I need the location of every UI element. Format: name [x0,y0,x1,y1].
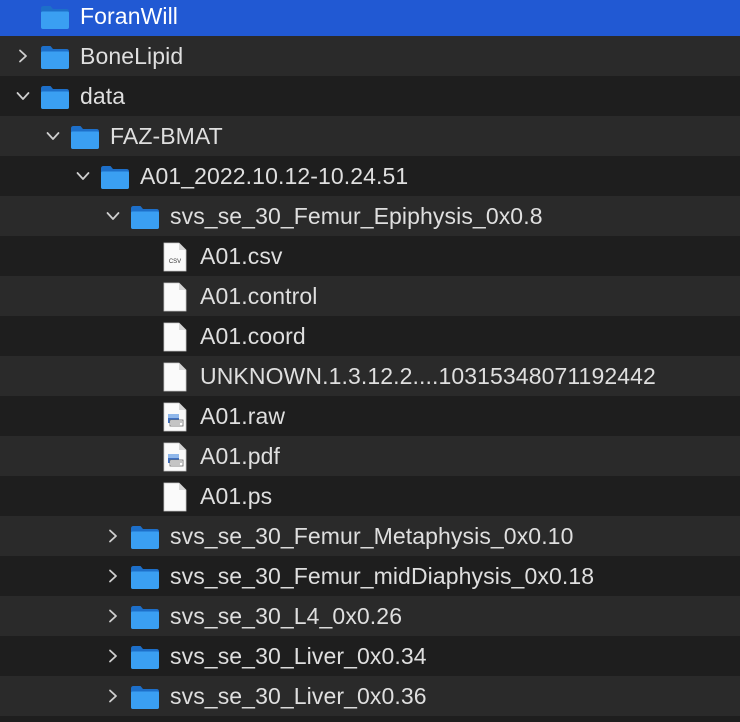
folder-icon [40,4,70,30]
file-name: A01.raw [200,403,286,429]
file-name: A01.control [200,283,318,309]
folder-name: svs_se_30_Liver_0x0.34 [170,643,427,669]
folder-row[interactable]: A01_2022.10.12-10.24.51 [0,156,740,196]
folder-name: data [80,83,126,109]
file-row[interactable]: A01.pdf [0,436,740,476]
chevron-down-icon[interactable] [16,89,30,103]
folder-row[interactable]: data [0,76,740,116]
folder-name: svs_se_30_Liver_0x0.36 [170,683,427,709]
folder-row[interactable]: svs_se_30_Femur_midDiaphysis_0x0.18 [0,556,740,596]
file-row[interactable]: A01.control [0,276,740,316]
file-row[interactable]: A01.ps [0,476,740,516]
file-icon [160,282,190,312]
file-row[interactable]: A01.coord [0,316,740,356]
folder-icon [70,124,100,150]
file-row[interactable]: A01.raw [0,396,740,436]
file-name: UNKNOWN.1.3.12.2....10315348071192442 [200,363,656,389]
folder-row[interactable]: BoneLipid [0,36,740,76]
chevron-right-icon[interactable] [106,649,120,663]
preview-document-icon [160,442,190,472]
folder-icon [40,44,70,70]
folder-row[interactable]: svs_se_30_L4_0x0.26 [0,596,740,636]
chevron-right-icon[interactable] [16,49,30,63]
folder-icon [130,644,160,670]
chevron-down-icon[interactable] [76,169,90,183]
chevron-down-icon[interactable] [46,129,60,143]
folder-row[interactable]: FAZ-BMAT [0,116,740,156]
chevron-right-icon[interactable] [106,569,120,583]
folder-name: svs_se_30_Femur_Epiphysis_0x0.8 [170,203,543,229]
file-name: A01.coord [200,323,306,349]
preview-document-icon [160,402,190,432]
chevron-right-icon[interactable] [106,609,120,623]
folder-row[interactable]: svs_se_30_Liver_0x0.34 [0,636,740,676]
csv-icon-text: CSV [169,259,181,265]
folder-name: A01_2022.10.12-10.24.51 [140,163,409,189]
folder-name: FAZ-BMAT [110,123,223,149]
folder-name: svs_se_30_Femur_midDiaphysis_0x0.18 [170,563,595,589]
file-row[interactable]: CSV A01.csv [0,236,740,276]
folder-name: svs_se_30_Femur_Metaphysis_0x0.10 [170,523,574,549]
file-icon [160,322,190,352]
folder-row[interactable]: svs_se_30_Femur_Epiphysis_0x0.8 [0,196,740,236]
folder-icon [130,604,160,630]
folder-icon [100,164,130,190]
file-name: A01.ps [200,483,273,509]
folder-icon [130,204,160,230]
chevron-right-icon[interactable] [106,689,120,703]
folder-name: BoneLipid [80,43,184,69]
folder-icon [130,684,160,710]
file-icon [160,482,190,512]
chevron-down-icon[interactable] [106,209,120,223]
chevron-right-icon[interactable] [106,529,120,543]
folder-row[interactable]: svs_se_30_Femur_Metaphysis_0x0.10 [0,516,740,556]
file-icon [160,362,190,392]
folder-row[interactable]: ForanWill [0,0,740,36]
folder-name: ForanWill [80,3,179,29]
folder-name: svs_se_30_L4_0x0.26 [170,603,403,629]
file-name: A01.pdf [200,443,280,469]
folder-icon [130,564,160,590]
csv-file-icon: CSV [160,242,190,272]
file-tree: ForanWill BoneLipid data FAZ-BMAT A01_2022.1… [0,0,740,722]
folder-row[interactable]: svs_se_30_Liver_0x0.36 [0,676,740,716]
file-row[interactable]: UNKNOWN.1.3.12.2....10315348071192442 [0,356,740,396]
folder-icon [130,524,160,550]
folder-icon [40,84,70,110]
file-name: A01.csv [200,243,283,269]
